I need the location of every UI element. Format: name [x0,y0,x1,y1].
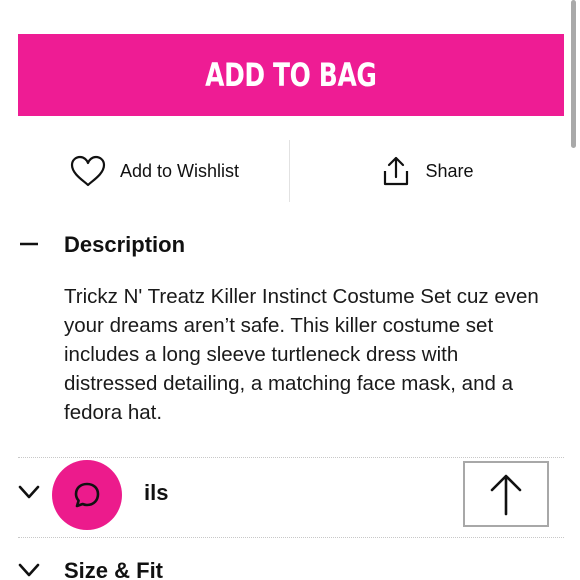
section-divider [18,537,564,538]
minus-icon [20,242,38,246]
description-title: Description [64,232,186,257]
wishlist-label: Add to Wishlist [119,160,240,181]
details-title: ils [144,480,169,505]
share-button[interactable]: Share [291,140,564,202]
chevron-down-icon [18,485,40,499]
action-divider [289,140,290,202]
add-to-bag-label: ADD TO BAG [205,56,377,94]
back-to-top-button[interactable] [463,461,549,527]
chevron-down-icon [18,563,40,577]
add-to-bag-button[interactable]: ADD TO BAG [18,34,564,116]
section-divider [18,457,564,458]
heart-icon [70,155,106,187]
size-fit-title: Size & Fit [64,558,164,580]
chat-button[interactable] [52,460,122,530]
arrow-up-icon [490,474,522,516]
description-text: Trickz N' Treatz Killer Instinct Costume… [64,285,539,424]
share-icon [384,156,409,186]
chat-bubble-icon [74,482,100,508]
size-fit-header[interactable]: Size & Fit [18,556,163,580]
page-scrollbar[interactable] [571,0,576,148]
add-to-wishlist-button[interactable]: Add to Wishlist [18,140,291,202]
description-header[interactable]: Description [18,230,185,260]
share-label: Share [425,160,474,181]
product-actions: Add to Wishlist Share [18,140,564,202]
